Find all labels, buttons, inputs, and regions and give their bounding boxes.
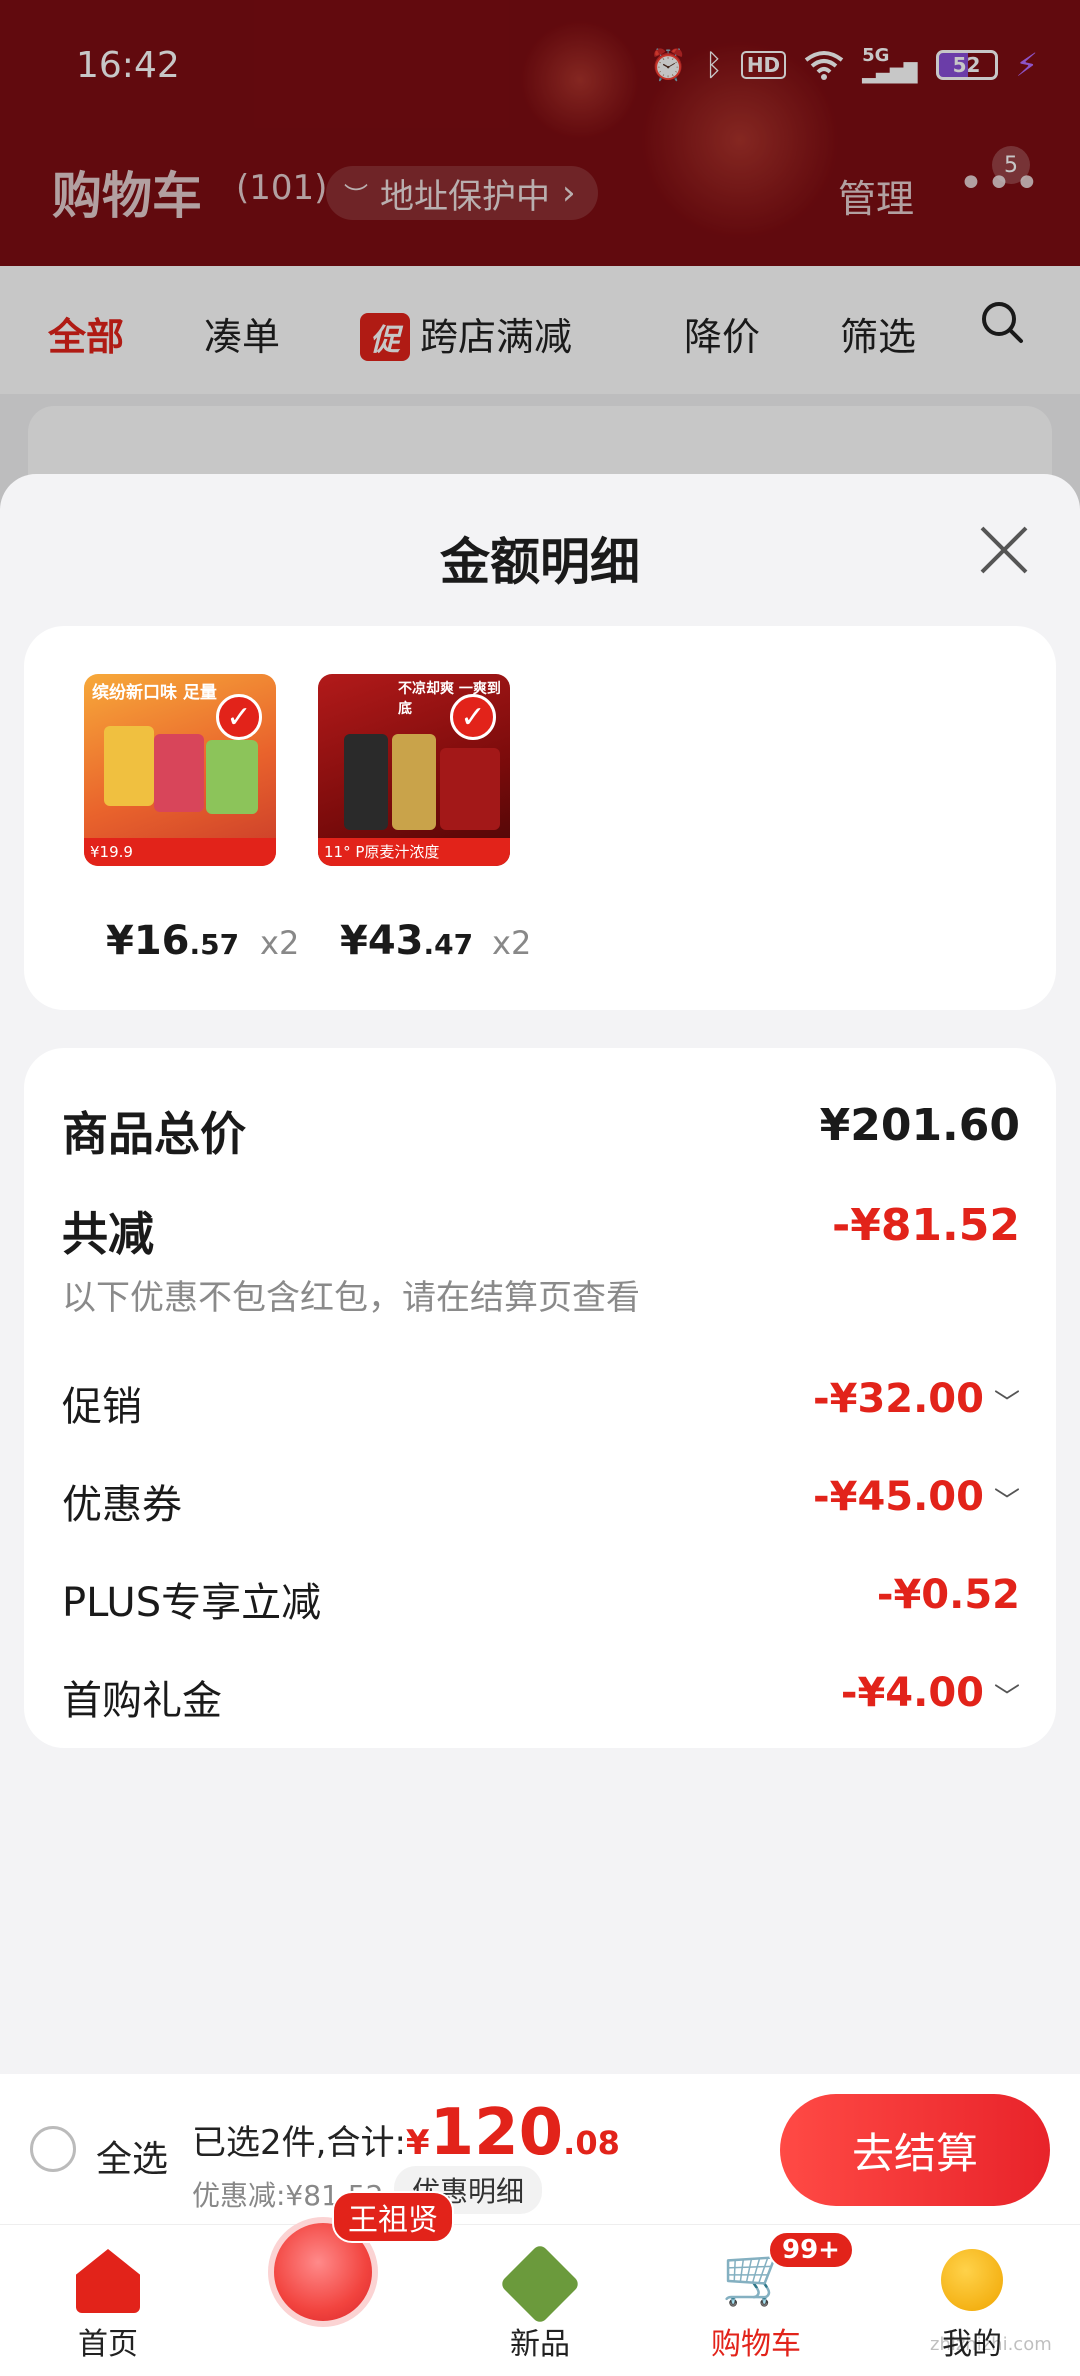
price-breakdown-card: 商品总价 ¥201.60 共减 -¥81.52 以下优惠不包含红包，请在结算页查… bbox=[24, 1048, 1056, 1748]
plus-discount-label: PLUS专享立减 bbox=[62, 1580, 322, 1626]
nav-home-label: 首页 bbox=[78, 2327, 138, 2362]
promotion-row[interactable]: -¥32.00 ﹀ bbox=[813, 1376, 1020, 1422]
first-purchase-value: -¥4.00 bbox=[840, 1670, 984, 1716]
beer-box-graphic bbox=[440, 748, 500, 830]
selected-count-text: 已选2件,合计: bbox=[192, 2123, 406, 2163]
checkout-bar: 全选 已选2件,合计: ¥ 120 .08 优惠减:¥81.52 优惠明细 去结… bbox=[0, 2074, 1080, 2224]
nav-new-label: 新品 bbox=[510, 2327, 570, 2362]
product-image-caption-bottom: 11° P原麦汁浓度 bbox=[318, 838, 510, 866]
product-price-line: ¥16 .57 bbox=[106, 918, 239, 964]
total-amount: 120 bbox=[429, 2096, 564, 2170]
center-name-badge: 王祖贤 bbox=[332, 2191, 454, 2243]
check-icon: ✓ bbox=[216, 694, 262, 740]
checkout-button[interactable]: 去结算 bbox=[780, 2094, 1050, 2206]
product-price-decimal: .57 bbox=[189, 928, 240, 961]
reduction-note: 以下优惠不包含红包，请在结算页查看 bbox=[62, 1278, 640, 1318]
product-price-line: ¥43 .47 bbox=[340, 918, 473, 964]
snack-pack-graphic bbox=[154, 734, 204, 812]
plus-discount-value: -¥0.52 bbox=[876, 1572, 1020, 1618]
product-qty: x2 bbox=[260, 924, 300, 962]
chevron-down-icon: ﹀ bbox=[993, 1388, 1020, 1419]
total-price-label: 商品总价 bbox=[62, 1107, 246, 1161]
total-amount-decimal: .08 bbox=[563, 2124, 620, 2162]
total-currency: ¥ bbox=[405, 2123, 430, 2163]
new-products-icon bbox=[498, 2242, 582, 2326]
snack-pack-graphic bbox=[104, 726, 154, 806]
coupon-value: -¥45.00 bbox=[813, 1474, 984, 1520]
beer-can-graphic bbox=[344, 734, 388, 830]
coupon-row[interactable]: -¥45.00 ﹀ bbox=[813, 1474, 1020, 1520]
nav-center-avatar[interactable]: 王祖贤 bbox=[262, 2191, 454, 2327]
chevron-down-icon: ﹀ bbox=[993, 1682, 1020, 1713]
coupon-label: 优惠券 bbox=[62, 1482, 182, 1528]
total-price-value: ¥201.60 bbox=[819, 1100, 1020, 1151]
select-all-radio[interactable] bbox=[30, 2126, 76, 2172]
beer-can-graphic bbox=[392, 734, 436, 830]
chevron-down-icon: ﹀ bbox=[993, 1486, 1020, 1517]
product-image[interactable]: 不凉却爽 一爽到底 11° P原麦汁浓度 ✓ bbox=[318, 674, 510, 866]
cart-badge: 99+ bbox=[768, 2231, 854, 2269]
product-image-price: ¥19.9 bbox=[84, 838, 276, 866]
nav-home[interactable]: 首页 bbox=[28, 2225, 188, 2376]
selected-products-card: 缤纷新口味 足量 ¥19.9 ✓ ¥16 .57 x2 不凉却爽 一爽到底 11… bbox=[24, 626, 1056, 1010]
profile-icon bbox=[941, 2249, 1003, 2311]
product-price: ¥16 bbox=[106, 918, 190, 964]
total-reduction-value: -¥81.52 bbox=[831, 1200, 1020, 1251]
promotion-label: 促销 bbox=[62, 1384, 142, 1430]
product-price: ¥43 bbox=[340, 918, 424, 964]
first-purchase-row[interactable]: -¥4.00 ﹀ bbox=[841, 1670, 1020, 1716]
product-item[interactable]: 缤纷新口味 足量 ¥19.9 ✓ ¥16 .57 x2 bbox=[84, 674, 299, 964]
nav-cart[interactable]: 🛒 99+ 购物车 bbox=[676, 2225, 854, 2376]
sheet-title: 金额明细 bbox=[440, 533, 640, 591]
close-icon[interactable] bbox=[978, 524, 1030, 576]
product-price-decimal: .47 bbox=[423, 928, 474, 961]
total-reduction-label: 共减 bbox=[62, 1207, 154, 1261]
bottom-nav: 首页 王祖贤 新品 🛒 99+ 购物车 我的 bbox=[0, 2191, 1080, 2376]
promotion-value: -¥32.00 bbox=[813, 1376, 984, 1422]
nav-new-products[interactable]: 新品 bbox=[460, 2225, 620, 2376]
snack-pack-graphic bbox=[206, 740, 258, 814]
first-purchase-label: 首购礼金 bbox=[62, 1678, 222, 1724]
home-icon bbox=[76, 2249, 140, 2313]
product-item[interactable]: 不凉却爽 一爽到底 11° P原麦汁浓度 ✓ ¥43 .47 x2 bbox=[318, 674, 531, 964]
watermark: zhizhizhi.com bbox=[930, 2334, 1052, 2355]
amount-detail-sheet: 金额明细 缤纷新口味 足量 ¥19.9 ✓ ¥16 .57 x2 不凉却爽 一爽… bbox=[0, 474, 1080, 2074]
product-qty: x2 bbox=[492, 924, 532, 962]
check-icon: ✓ bbox=[450, 694, 496, 740]
order-summary: 已选2件,合计: ¥ 120 .08 bbox=[192, 2096, 620, 2170]
select-all-label[interactable]: 全选 bbox=[96, 2130, 168, 2182]
nav-cart-label: 购物车 bbox=[711, 2327, 801, 2362]
product-image[interactable]: 缤纷新口味 足量 ¥19.9 ✓ bbox=[84, 674, 276, 866]
